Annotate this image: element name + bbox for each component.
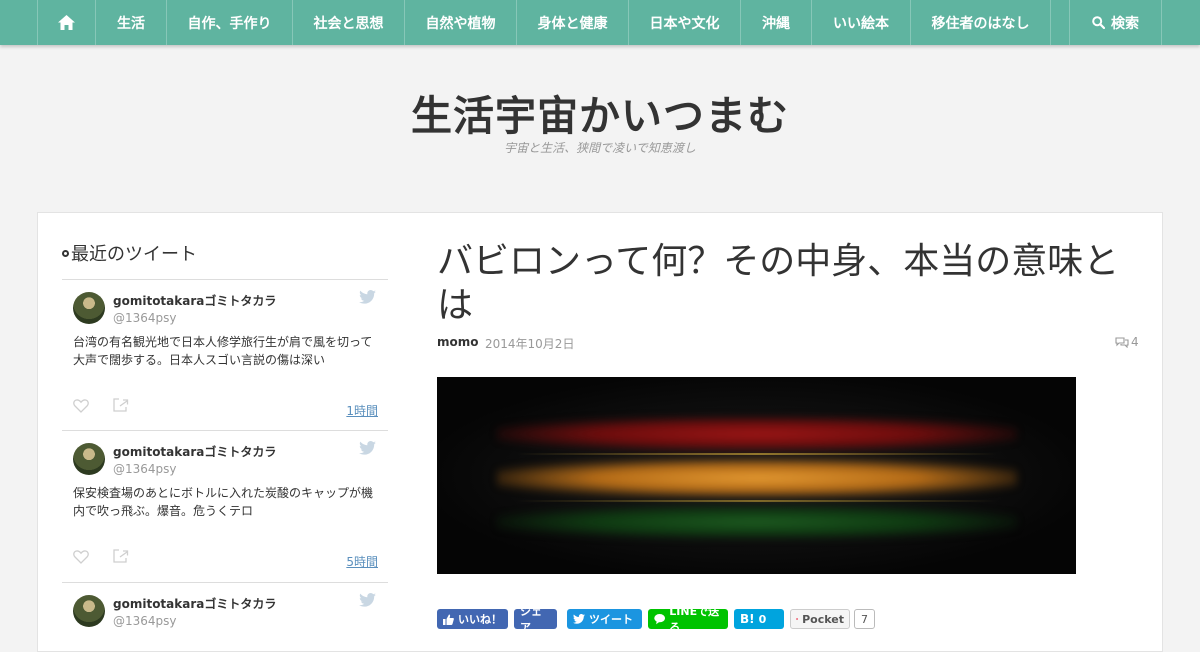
search-label: 検索 (1111, 15, 1139, 32)
hatena-bookmark-button[interactable]: B! 0 (734, 609, 784, 629)
tweet-handle[interactable]: @1364psy (113, 614, 177, 628)
twitter-bird-icon[interactable] (359, 593, 376, 607)
heart-icon[interactable] (73, 399, 89, 413)
sidebar-heading: 最近のツイート (62, 240, 197, 266)
avatar[interactable] (73, 443, 105, 475)
site-tagline: 宇宙と生活、狭間で凌いで知恵渡し (504, 141, 696, 155)
nav-item-picturebooks[interactable]: いい絵本 (811, 0, 910, 45)
hatena-b-icon: B! (740, 612, 755, 626)
search-button[interactable]: 検索 (1069, 0, 1162, 45)
nav-item-migrants[interactable]: 移住者のはなし (910, 0, 1051, 45)
share-icon[interactable] (113, 549, 129, 563)
tweet-button[interactable]: ツイート (567, 609, 642, 629)
tweet-item: gomitotakaraゴミトタカラ @1364psy 保安検査場のあとにボトル… (62, 431, 388, 582)
tweet-handle[interactable]: @1364psy (113, 311, 177, 325)
article-date: 2014年10月2日 (485, 337, 575, 351)
nav-item-culture[interactable]: 日本や文化 (628, 0, 740, 45)
share-buttons: いいね！ シェア ツイート LINEで送る B! 0 Pocket 7 (437, 605, 875, 634)
avatar[interactable] (73, 595, 105, 627)
facebook-like-button[interactable]: いいね！ (437, 609, 508, 629)
nav-menu: 生活 自作、手作り 社会と思想 自然や植物 身体と健康 日本や文化 沖縄 いい絵… (37, 0, 1051, 45)
line-icon (654, 613, 666, 625)
comment-count[interactable]: 4 (1115, 335, 1139, 349)
tweet-author-name[interactable]: gomitotakaraゴミトタカラ (113, 443, 276, 460)
pocket-button[interactable]: Pocket (790, 609, 850, 629)
tweet-handle[interactable]: @1364psy (113, 462, 177, 476)
tweet-text: 台湾の有名観光地で日本人修学旅行生が肩で風を切って大声で闊歩する。日本人スゴい言… (73, 335, 373, 367)
top-nav: 生活 自作、手作り 社会と思想 自然や植物 身体と健康 日本や文化 沖縄 いい絵… (0, 0, 1200, 45)
article-author[interactable]: momo (437, 335, 479, 349)
share-icon[interactable] (113, 398, 129, 412)
nav-item-society[interactable]: 社会と思想 (292, 0, 404, 45)
tweet-item: gomitotakaraゴミトタカラ @1364psy (62, 583, 388, 630)
nav-item-nature[interactable]: 自然や植物 (404, 0, 516, 45)
tweet-text: 保安検査場のあとにボトルに入れた炭酸のキャップが機内で吹っ飛ぶ。爆音。危うくテロ (73, 486, 374, 518)
nav-item-okinawa[interactable]: 沖縄 (740, 0, 811, 45)
avatar[interactable] (73, 292, 105, 324)
tweet-item: gomitotakaraゴミトタカラ @1364psy 台湾の有名観光地で日本人… (62, 280, 388, 431)
article-featured-image[interactable] (437, 377, 1076, 574)
nav-item-handmade[interactable]: 自作、手作り (166, 0, 292, 45)
heart-icon[interactable] (73, 550, 89, 564)
comments-icon (1115, 336, 1129, 348)
tweet-author-name[interactable]: gomitotakaraゴミトタカラ (113, 595, 276, 612)
tweet-time[interactable]: 1時間 (346, 402, 378, 419)
twitter-bird-icon[interactable] (359, 441, 376, 455)
pocket-icon (796, 618, 798, 620)
twitter-bird-icon[interactable] (359, 290, 376, 304)
twitter-bird-icon (573, 614, 585, 624)
hatena-count: 0 (758, 612, 767, 626)
nav-item-health[interactable]: 身体と健康 (516, 0, 628, 45)
home-icon (58, 15, 75, 30)
tweet-author-name[interactable]: gomitotakaraゴミトタカラ (113, 292, 276, 309)
nav-item-life[interactable]: 生活 (95, 0, 166, 45)
search-icon (1092, 16, 1105, 29)
nav-home[interactable] (37, 0, 95, 45)
line-share-button[interactable]: LINEで送る (648, 605, 728, 634)
pocket-count: 7 (854, 609, 875, 629)
site-title[interactable]: 生活宇宙かいつまむ (0, 82, 1200, 142)
tweet-time[interactable]: 5時間 (346, 553, 378, 570)
bullet-icon (62, 249, 69, 257)
facebook-share-button[interactable]: シェア (514, 605, 557, 634)
thumbs-up-icon (443, 614, 454, 625)
article-title[interactable]: バビロンって何？その中身、本当の意味とは (437, 240, 1137, 328)
